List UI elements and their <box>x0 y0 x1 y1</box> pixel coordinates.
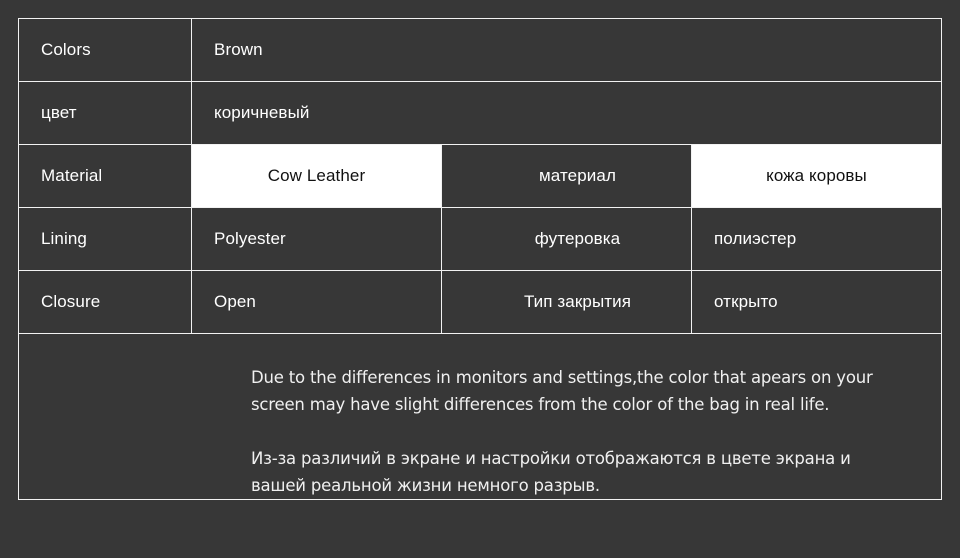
spec-label-closure-ru: Тип закрытия <box>441 270 692 334</box>
table-row-notice: Due to the differences in monitors and s… <box>18 333 942 500</box>
product-spec-sheet: Colors Brown цвет коричневый Material Co… <box>0 0 960 558</box>
table-row: Closure Open Тип закрытия открыто <box>18 270 942 334</box>
spec-label-closure: Closure <box>18 270 192 334</box>
spec-label-lining: Lining <box>18 207 192 271</box>
table-row: Lining Polyester футеровка полиэстер <box>18 207 942 271</box>
spec-value-color-ru: коричневый <box>191 81 942 145</box>
table-row: Material Cow Leather материал кожа коров… <box>18 144 942 208</box>
spec-value-lining: Polyester <box>191 207 442 271</box>
spec-value-material: Cow Leather <box>191 144 442 208</box>
spec-label-colors: Colors <box>18 18 192 82</box>
spec-value-closure: Open <box>191 270 442 334</box>
spec-label-lining-ru: футеровка <box>441 207 692 271</box>
spec-value-closure-ru: открыто <box>691 270 942 334</box>
specification-table-body: Colors Brown цвет коричневый Material Co… <box>18 18 942 500</box>
disclaimer-text-ru: Из-за различий в экране и настройки отоб… <box>251 449 851 495</box>
spec-label-material-ru: материал <box>441 144 692 208</box>
specification-table: Colors Brown цвет коричневый Material Co… <box>18 18 942 500</box>
color-disclaimer-cell: Due to the differences in monitors and s… <box>18 333 942 500</box>
table-row: цвет коричневый <box>18 81 942 145</box>
spec-value-lining-ru: полиэстер <box>691 207 942 271</box>
spec-label-material: Material <box>18 144 192 208</box>
spec-label-color-ru: цвет <box>18 81 192 145</box>
color-disclaimer: Due to the differences in monitors and s… <box>41 334 941 499</box>
table-row: Colors Brown <box>18 18 942 82</box>
disclaimer-text-en: Due to the differences in monitors and s… <box>251 368 873 414</box>
spec-value-material-ru: кожа коровы <box>691 144 942 208</box>
spec-value-colors: Brown <box>191 18 942 82</box>
